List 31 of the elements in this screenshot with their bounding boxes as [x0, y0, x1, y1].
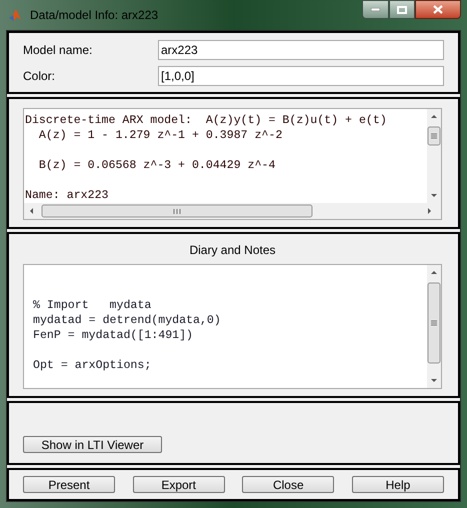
button[interactable]: Help	[352, 476, 444, 493]
button[interactable]: Show in LTI Viewer	[23, 436, 162, 453]
text-area[interactable]: Discrete-time ARX model: A(z)y(t) = B(z)u(t) + e(t) A(z) = 1 - 1.279 z^-1 + 0.3987 z^-2 B(z) = 0.06568 z^-3 + 0.04429 z^-4 Name: arx223	[23, 108, 442, 220]
window-title: Data/model Info: arx223	[30, 7, 158, 24]
minimize-button[interactable]	[362, 0, 389, 19]
code-line: Opt = arxOptions;	[33, 358, 152, 373]
code-line: A(z) = 1 - 1.279 z^-1 + 0.3987 z^-2	[38, 128, 284, 143]
panel-title: Diary and Notes	[189, 242, 276, 259]
vertical-scrollbar[interactable]	[427, 265, 441, 388]
code-line: FenP = mydatad([1:491])	[33, 328, 194, 343]
maximize-icon	[397, 6, 407, 14]
notes-area[interactable]: % Import mydata mydatad = detrend(mydata,0) FenP = mydatad([1:491]) Opt = arxOptions;	[23, 264, 442, 389]
code-line: % Import mydata	[33, 298, 152, 313]
minimize-icon	[371, 8, 380, 11]
maximize-button[interactable]	[389, 0, 415, 19]
button[interactable]: Export	[132, 476, 225, 493]
app-icon	[8, 8, 22, 22]
field-label: Color:	[23, 68, 56, 84]
close-icon	[433, 5, 443, 14]
close-button[interactable]	[415, 0, 461, 19]
code-line: B(z) = 0.06568 z^-3 + 0.04429 z^-4	[38, 158, 276, 173]
text-field[interactable]: arx223	[158, 40, 444, 60]
button[interactable]: Present	[23, 476, 115, 493]
code-line: mydatad = detrend(mydata,0)	[33, 313, 222, 328]
vertical-scrollbar[interactable]	[427, 109, 441, 203]
horizontal-scrollbar[interactable]	[24, 203, 441, 219]
code-line: Name: arx223	[25, 188, 110, 203]
field-label: Model name:	[23, 42, 94, 58]
text-field[interactable]: [1,0,0]	[158, 66, 444, 86]
code-line: Discrete-time ARX model: A(z)y(t) = B(z)u(t) + e(t)	[25, 113, 388, 128]
button[interactable]: Close	[242, 476, 334, 493]
